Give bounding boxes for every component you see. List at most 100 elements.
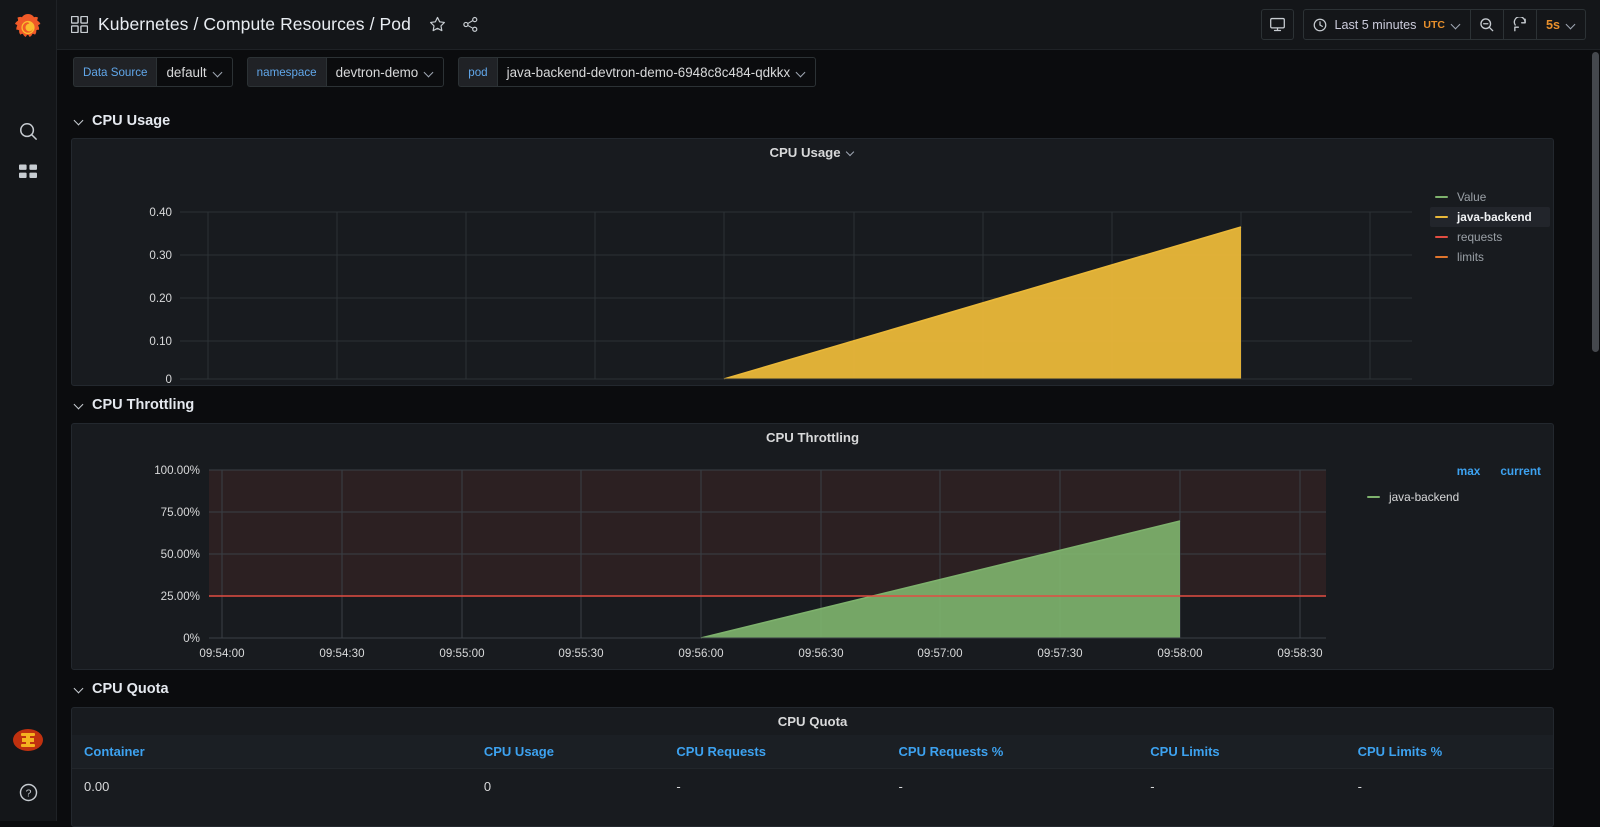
legend-color-swatch — [1367, 496, 1380, 498]
legend-color-swatch — [1435, 196, 1448, 198]
breadcrumb: Kubernetes / Compute Resources / Pod — [71, 14, 479, 35]
table-header-row: Container CPU Usage CPU Requests CPU Req… — [72, 735, 1553, 769]
variable-value-data-source[interactable]: default — [156, 57, 233, 87]
cell-cpu-limits-pct: - — [1357, 779, 1362, 794]
svg-text:0.40: 0.40 — [149, 206, 172, 219]
variable-label-namespace: namespace — [246, 57, 326, 87]
refresh-interval-label: 5s — [1545, 17, 1560, 32]
legend-header-max[interactable]: max — [1457, 464, 1481, 478]
search-icon[interactable] — [9, 112, 47, 150]
svg-text:75.00%: 75.00% — [161, 506, 200, 519]
svg-text:0.20: 0.20 — [149, 292, 172, 305]
panel-title-cpu-quota[interactable]: CPU Quota — [72, 708, 1553, 729]
legend-cpu-usage: Value java-backend requests limits — [1430, 187, 1550, 267]
column-header-cpu-usage[interactable]: CPU Usage — [471, 735, 665, 769]
tv-monitor-icon-button[interactable] — [1261, 9, 1295, 40]
svg-text:0: 0 — [166, 373, 172, 385]
svg-text:09:55:00: 09:55:00 — [439, 647, 484, 660]
chevron-down-icon — [1452, 20, 1461, 29]
table-row[interactable]: 0.00 0 - - - - — [72, 769, 1553, 805]
svg-text:0.10: 0.10 — [149, 335, 172, 348]
legend-label: java-backend — [1389, 490, 1460, 504]
legend-color-swatch — [1435, 236, 1448, 238]
rail-bottom-group: ? — [9, 717, 47, 811]
help-question-icon[interactable]: ? — [9, 773, 47, 811]
svg-text:09:58:30: 09:58:30 — [1277, 647, 1322, 660]
legend-item[interactable]: requests — [1430, 227, 1550, 247]
share-nodes-icon[interactable] — [462, 16, 479, 33]
chevron-down-icon — [75, 116, 85, 126]
time-range-picker[interactable]: Last 5 minutes UTC — [1303, 9, 1471, 40]
cell-container: 0.00 — [84, 779, 110, 794]
svg-text:09:57:30: 09:57:30 — [1037, 647, 1082, 660]
row-header-cpu-quota[interactable]: CPU Quota — [57, 678, 169, 700]
row-header-cpu-throttling[interactable]: CPU Throttling — [57, 394, 194, 416]
variable-value-namespace[interactable]: devtron-demo — [325, 57, 445, 87]
panel-title-cpu-throttling[interactable]: CPU Throttling — [72, 424, 1553, 445]
legend-item[interactable]: limits — [1430, 247, 1550, 267]
column-header-cpu-requests-pct[interactable]: CPU Requests % — [886, 735, 1139, 769]
dashboard-grid-icon — [71, 16, 88, 33]
legend-color-swatch — [1435, 216, 1448, 218]
grafana-logo-icon[interactable] — [10, 10, 46, 46]
column-header-cpu-limits-pct[interactable]: CPU Limits % — [1345, 735, 1553, 769]
svg-text:100.00%: 100.00% — [154, 464, 200, 477]
legend-item[interactable]: java-backend — [1362, 487, 1547, 507]
variable-label-data-source: Data Source — [73, 57, 157, 87]
variable-value-text: default — [166, 64, 207, 80]
svg-text:09:54:00: 09:54:00 — [199, 647, 244, 660]
panel-title-text: CPU Quota — [777, 714, 848, 729]
column-header-container[interactable]: Container — [72, 735, 472, 769]
svg-text:09:57:00: 09:57:00 — [917, 647, 962, 660]
zoom-out-magnifier-icon-button[interactable] — [1470, 9, 1504, 40]
toolbar-right: Last 5 minutes UTC 5s — [1261, 9, 1586, 40]
row-title: CPU Throttling — [92, 397, 195, 413]
chevron-down-icon — [214, 68, 223, 77]
row-header-cpu-usage[interactable]: CPU Usage — [57, 110, 170, 132]
legend-item[interactable]: java-backend — [1430, 207, 1550, 227]
svg-text:09:55:30: 09:55:30 — [558, 647, 603, 660]
svg-text:09:54:30: 09:54:30 — [319, 647, 364, 660]
svg-text:09:56:00: 09:56:00 — [678, 647, 723, 660]
dashboards-grid-icon[interactable] — [9, 154, 47, 192]
legend-label: java-backend — [1457, 210, 1532, 224]
svg-text:?: ? — [25, 787, 31, 799]
cpu-throttling-graph[interactable]: 100.00% 75.00% 50.00% 25.00% 0% 09:54:00… — [72, 450, 1553, 668]
column-header-cpu-requests[interactable]: CPU Requests — [664, 735, 887, 769]
page-scrollbar[interactable] — [1591, 50, 1600, 821]
cell-cpu-limits: - — [1150, 779, 1155, 794]
chevron-down-icon — [847, 148, 856, 157]
template-variables-bar: Data Source default namespace devtron-de… — [57, 50, 1600, 94]
time-zone-label: UTC — [1423, 18, 1445, 31]
legend-color-swatch — [1435, 256, 1448, 258]
chevron-down-icon — [75, 400, 85, 410]
legend-label: requests — [1457, 230, 1503, 244]
chevron-down-icon — [797, 68, 806, 77]
variable-value-pod[interactable]: java-backend-devtron-demo-6948c8c484-qdk… — [496, 57, 817, 87]
star-icon[interactable] — [429, 16, 446, 33]
svg-text:50.00%: 50.00% — [161, 548, 200, 561]
scrollbar-thumb[interactable] — [1592, 52, 1599, 352]
page-title[interactable]: Kubernetes / Compute Resources / Pod — [98, 14, 411, 35]
legend-cpu-throttling: max current java-backend — [1362, 464, 1547, 507]
column-header-cpu-limits[interactable]: CPU Limits — [1138, 735, 1346, 769]
variable-pod: pod java-backend-devtron-demo-6948c8c484… — [458, 57, 817, 87]
legend-item[interactable]: Value — [1430, 187, 1550, 207]
cpu-quota-table: Container CPU Usage CPU Requests CPU Req… — [72, 735, 1553, 804]
row-title: CPU Usage — [92, 113, 171, 129]
time-controls-group: Last 5 minutes UTC 5s — [1303, 9, 1586, 40]
refresh-interval-picker[interactable]: 5s — [1536, 9, 1586, 40]
panel-title-cpu-usage[interactable]: CPU Usage — [72, 139, 1553, 160]
refresh-circular-arrows-icon-button[interactable] — [1503, 9, 1537, 40]
clock-icon — [1313, 18, 1327, 32]
cpu-usage-graph[interactable]: 0.40 0.30 0.20 0.10 0 09:54:00 09:54:30 … — [72, 165, 1553, 385]
legend-label: Value — [1457, 190, 1487, 204]
legend-header-current[interactable]: current — [1500, 464, 1541, 478]
svg-text:25.00%: 25.00% — [161, 590, 200, 603]
variable-label-pod: pod — [458, 57, 497, 87]
svg-text:0%: 0% — [183, 632, 200, 645]
chevron-down-icon — [75, 684, 85, 694]
cell-cpu-requests-pct: - — [898, 779, 903, 794]
user-avatar-icon[interactable] — [9, 721, 47, 759]
cell-cpu-usage: 0 — [483, 779, 492, 794]
